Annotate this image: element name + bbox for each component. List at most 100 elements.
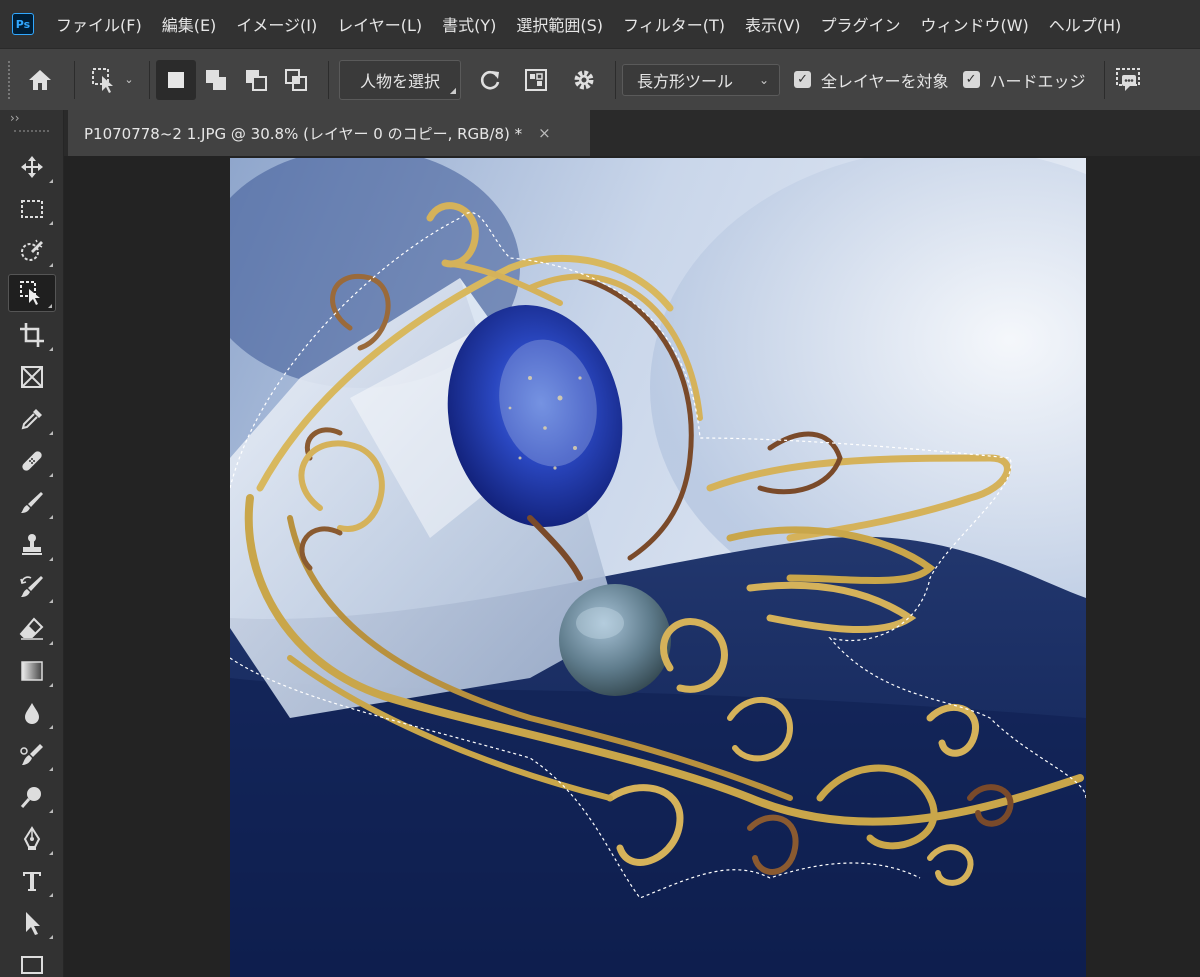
gear-icon	[574, 70, 594, 89]
move-tool[interactable]	[8, 148, 56, 186]
subtract-from-selection-button[interactable]	[236, 60, 276, 100]
eyedropper-tool[interactable]	[8, 400, 56, 438]
refresh-button[interactable]	[467, 60, 513, 100]
eyedropper-icon	[21, 409, 42, 430]
menu-select[interactable]: 選択範囲(S)	[516, 12, 603, 36]
settings-button[interactable]	[559, 60, 609, 100]
brush-tool[interactable]	[8, 484, 56, 522]
tool-preset-picker[interactable]: ⌄	[81, 60, 143, 100]
menu-layer[interactable]: レイヤー(L)	[337, 12, 422, 36]
sample-all-layers-label: 全レイヤーを対象	[821, 71, 949, 91]
object-selection-icon	[92, 67, 114, 93]
canvas-image	[230, 158, 1086, 977]
home-button[interactable]	[12, 60, 68, 100]
divider	[149, 60, 150, 99]
menu-file[interactable]: ファイル(F)	[56, 12, 142, 36]
arrow-pointer-icon	[26, 912, 40, 935]
healing-bandage-icon	[22, 451, 42, 471]
select-subject-label: 人物を選択	[360, 71, 441, 91]
crop-tool[interactable]	[8, 316, 56, 354]
menu-image[interactable]: イメージ(I)	[236, 12, 317, 36]
tools-panel: ››	[0, 110, 64, 977]
new-selection-button[interactable]	[156, 59, 196, 100]
gradient-tool[interactable]	[8, 652, 56, 690]
eraser-tool[interactable]	[8, 610, 56, 648]
menu-filter[interactable]: フィルター(T)	[623, 12, 725, 36]
clone-stamp-tool[interactable]	[8, 526, 56, 564]
divider	[1103, 60, 1105, 99]
eraser-icon	[19, 617, 44, 640]
checkbox-checked-icon: ✓	[962, 71, 980, 88]
chevron-down-icon: ⌄	[758, 72, 770, 87]
close-icon[interactable]: ×	[538, 124, 551, 142]
document-tab-title: P1070778~2 1.JPG @ 30.8% (レイヤー 0 のコピー, R…	[84, 124, 523, 143]
path-selection-tool[interactable]	[8, 904, 56, 942]
mode-select-value: 長方形ツール	[637, 71, 734, 91]
magnifier-dodge-icon	[20, 787, 41, 808]
dropdown-corner-icon: ◢	[449, 85, 457, 95]
brush-icon	[21, 492, 43, 513]
rectangle-shape-icon	[21, 956, 43, 974]
menu-plugins[interactable]: プラグイン	[820, 12, 900, 36]
move-icon	[21, 156, 43, 178]
document-canvas[interactable]	[230, 158, 1086, 977]
menu-view[interactable]: 表示(V)	[745, 12, 800, 36]
add-to-selection-button[interactable]	[196, 60, 236, 100]
blur-tool[interactable]	[8, 694, 56, 732]
document-tab[interactable]: P1070778~2 1.JPG @ 30.8% (レイヤー 0 のコピー, R…	[68, 110, 590, 156]
stamp-icon	[22, 534, 42, 555]
dodge-burn-tool[interactable]	[8, 778, 56, 816]
object-selection-tool[interactable]	[8, 274, 56, 312]
water-drop-icon	[25, 703, 39, 724]
intersect-selection-button[interactable]	[276, 60, 316, 100]
options-bar: ⌄ 人物を選択 ◢ 長方形ツール ⌄ ✓ 全レイヤーを対象 ✓ ハードエッジ	[0, 48, 1200, 110]
sample-all-layers-checkbox[interactable]: ✓ 全レイヤーを対象	[794, 68, 949, 92]
rectangle-tool[interactable]	[8, 946, 56, 977]
mode-select[interactable]: 長方形ツール ⌄	[622, 63, 781, 96]
object-selection-icon	[20, 281, 40, 305]
photoshop-logo-icon[interactable]: Ps	[12, 13, 34, 35]
pen-icon	[23, 826, 41, 850]
history-brush-icon	[20, 576, 43, 597]
add-selection-icon	[206, 69, 226, 90]
home-icon	[29, 69, 51, 90]
menu-help[interactable]: ヘルプ(H)	[1049, 12, 1122, 36]
spot-healing-tool[interactable]	[8, 442, 56, 480]
frame-icon	[21, 366, 43, 388]
document-tab-strip: P1070778~2 1.JPG @ 30.8% (レイヤー 0 のコピー, R…	[64, 110, 1200, 156]
comment-icon	[1115, 67, 1140, 91]
crop-icon	[20, 323, 44, 347]
refresh-icon	[480, 70, 500, 89]
toolbar-grip[interactable]	[14, 130, 49, 138]
menu-type[interactable]: 書式(Y)	[442, 12, 496, 36]
gradient-icon	[21, 661, 43, 681]
overlay-grid-icon	[525, 68, 548, 91]
show-overlay-button[interactable]	[513, 60, 559, 100]
marquee-tool[interactable]	[8, 190, 56, 228]
comment-button[interactable]	[1111, 60, 1145, 100]
hard-edge-checkbox[interactable]: ✓ ハードエッジ	[962, 68, 1086, 92]
history-brush-tool[interactable]	[8, 568, 56, 606]
menu-edit[interactable]: 編集(E)	[162, 12, 217, 36]
dodge-tool[interactable]	[8, 736, 56, 774]
paint-tube-icon	[20, 744, 43, 765]
menu-window[interactable]: ウィンドウ(W)	[920, 12, 1028, 36]
checkbox-checked-icon: ✓	[794, 71, 812, 88]
intersect-selection-icon	[285, 68, 307, 91]
divider	[74, 60, 75, 99]
rectangular-marquee-icon	[21, 200, 43, 218]
new-selection-icon	[168, 71, 184, 88]
type-icon	[23, 872, 41, 891]
pen-tool[interactable]	[8, 820, 56, 858]
hard-edge-label: ハードエッジ	[989, 71, 1086, 91]
menu-bar: Ps ファイル(F) 編集(E) イメージ(I) レイヤー(L) 書式(Y) 選…	[0, 0, 1200, 48]
select-subject-button[interactable]: 人物を選択 ◢	[339, 59, 462, 100]
divider	[328, 60, 329, 99]
toolbar-collapse-toggle[interactable]: ››	[0, 110, 63, 128]
chevron-down-icon: ⌄	[124, 73, 134, 86]
quick-selection-tool[interactable]	[8, 232, 56, 270]
frame-tool[interactable]	[8, 358, 56, 396]
type-tool[interactable]	[8, 862, 56, 900]
divider	[615, 60, 617, 99]
quick-selection-icon	[21, 239, 43, 261]
